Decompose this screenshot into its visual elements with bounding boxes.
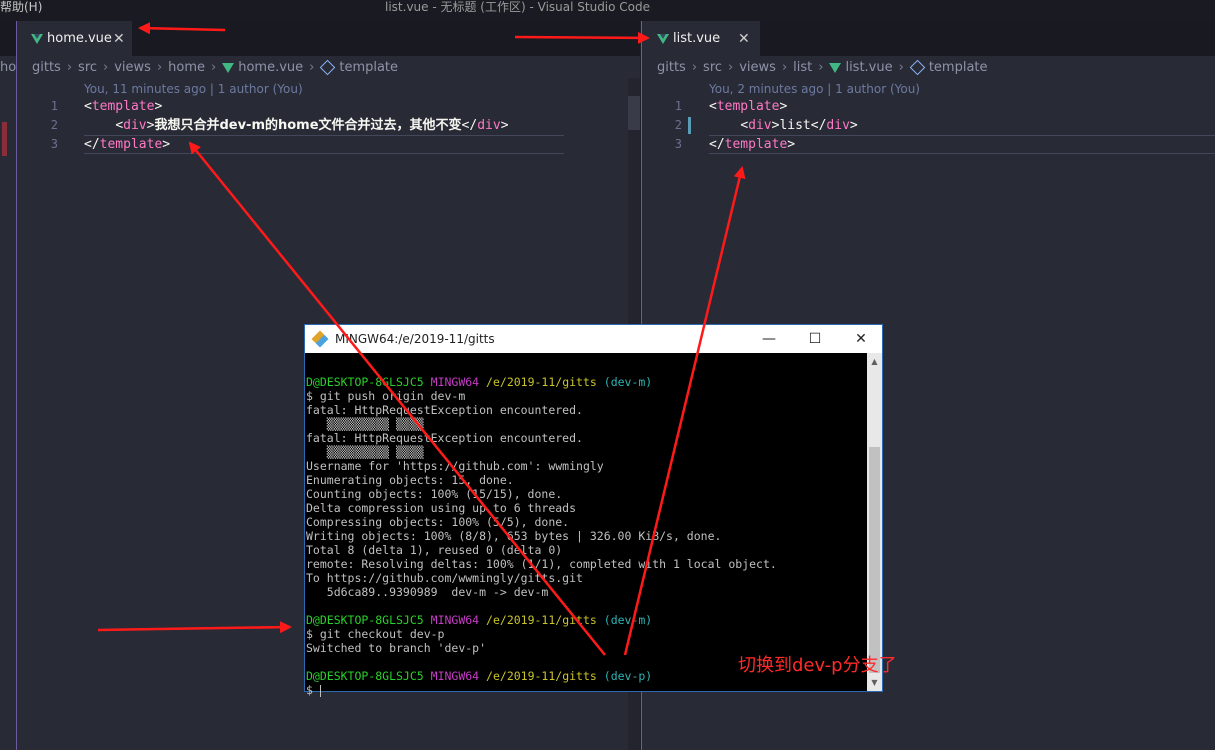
arrow-to-home-template xyxy=(188,141,606,656)
screenshot-root: 帮助(H) list.vue - 无标题 (工作区) - Visual Stud… xyxy=(0,0,1215,750)
annotation-arrows xyxy=(97,22,746,656)
annotation-text: 切换到dev-p分支了 xyxy=(738,655,897,676)
arrow-to-list-tab xyxy=(514,31,650,44)
arrow-to-checkout xyxy=(97,621,292,634)
arrow-to-home-tab xyxy=(138,22,226,35)
arrow-to-list-template xyxy=(623,166,746,656)
